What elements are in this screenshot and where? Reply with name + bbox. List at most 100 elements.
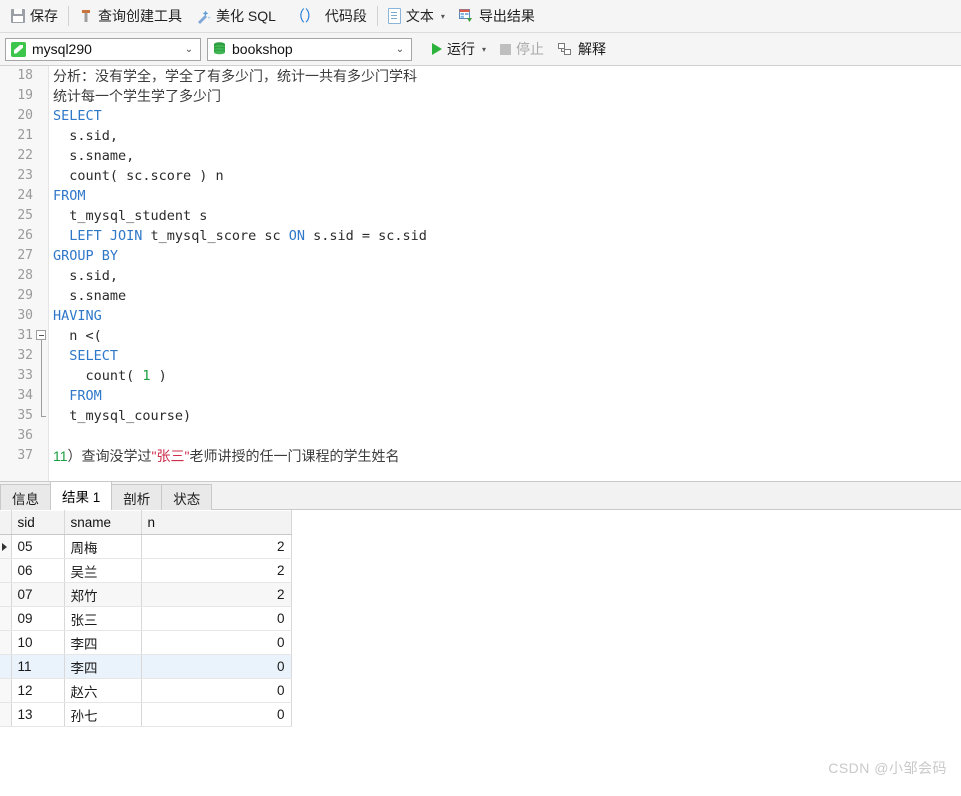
code-line[interactable]: 22 s.sname,: [0, 146, 961, 166]
chevron-down-icon[interactable]: ▾: [482, 45, 486, 54]
table-row[interactable]: 13 孙七 0: [0, 702, 292, 727]
cell-sname[interactable]: 李四: [64, 654, 142, 679]
code-line[interactable]: 27 GROUP BY: [0, 246, 961, 266]
result-tab[interactable]: 结果 1: [50, 481, 113, 510]
table-row[interactable]: 12 赵六 0: [0, 678, 292, 703]
save-button[interactable]: 保存: [4, 3, 65, 29]
cell-sid[interactable]: 12: [11, 678, 65, 703]
fold-collapse-icon[interactable]: [36, 330, 46, 340]
table-row[interactable]: 09 张三 0: [0, 606, 292, 631]
code-text: count( sc.score ) n: [48, 166, 223, 186]
code-line[interactable]: 37 11）查询没学过"张三"老师讲授的任一门课程的学生姓名: [0, 446, 961, 466]
code-line[interactable]: 21 s.sid,: [0, 126, 961, 146]
line-number: 36: [17, 428, 33, 443]
database-select[interactable]: bookshop ⌄: [207, 37, 412, 61]
chevron-down-icon[interactable]: ▾: [441, 12, 445, 21]
chevron-down-icon[interactable]: ⌄: [392, 44, 408, 55]
table-row[interactable]: 06 吴兰 2: [0, 558, 292, 583]
connection-select[interactable]: mysql290 ⌄: [5, 37, 201, 61]
code-token: count(: [53, 368, 143, 384]
code-token: t_mysql_student s: [53, 208, 208, 224]
code-line[interactable]: 24 FROM: [0, 186, 961, 206]
explain-button[interactable]: 解释: [552, 37, 612, 61]
result-tab[interactable]: 剖析: [111, 484, 163, 510]
cell-sid[interactable]: 05: [11, 534, 65, 559]
cell-n[interactable]: 2: [141, 582, 292, 607]
row-marker-cell[interactable]: [0, 582, 12, 607]
cell-n[interactable]: 0: [141, 702, 292, 727]
query-builder-button[interactable]: 查询创建工具: [72, 3, 189, 29]
code-area[interactable]: 18 分析：没有学全，学全了有多少门，统计一共有多少门学科 19 统计每一个学生学了多…: [0, 66, 961, 481]
cell-sid[interactable]: 13: [11, 702, 65, 727]
text-format-button[interactable]: 文本 ▾: [381, 3, 452, 29]
cell-n[interactable]: 0: [141, 630, 292, 655]
code-line[interactable]: 28 s.sid,: [0, 266, 961, 286]
cell-n[interactable]: 0: [141, 654, 292, 679]
cell-sname[interactable]: 郑竹: [64, 582, 142, 607]
cell-sid[interactable]: 11: [11, 654, 65, 679]
code-token: ON: [288, 228, 305, 244]
fold-gutter: [35, 246, 48, 266]
code-line[interactable]: 33 count( 1 ): [0, 366, 961, 386]
code-line[interactable]: 34 FROM: [0, 386, 961, 406]
row-marker-cell[interactable]: [0, 558, 12, 583]
code-line[interactable]: 20 SELECT: [0, 106, 961, 126]
row-marker-cell[interactable]: [0, 630, 12, 655]
column-header-sid[interactable]: sid: [11, 510, 65, 535]
result-tab[interactable]: 信息: [0, 484, 51, 510]
cell-sname[interactable]: 赵六: [64, 678, 142, 703]
column-header-n[interactable]: n: [141, 510, 292, 535]
cell-sname[interactable]: 吴兰: [64, 558, 142, 583]
run-button[interactable]: 运行 ▾: [426, 37, 492, 61]
cell-sname[interactable]: 张三: [64, 606, 142, 631]
cell-sname[interactable]: 孙七: [64, 702, 142, 727]
fold-gutter[interactable]: [35, 326, 48, 346]
cell-n[interactable]: 0: [141, 678, 292, 703]
stop-button: 停止: [494, 37, 550, 61]
beautify-sql-button[interactable]: 美化 SQL: [189, 3, 283, 29]
code-line[interactable]: 30 HAVING: [0, 306, 961, 326]
cell-n[interactable]: 2: [141, 558, 292, 583]
table-row[interactable]: 10 李四 0: [0, 630, 292, 655]
row-marker-cell[interactable]: [0, 606, 12, 631]
code-token: SELECT: [53, 348, 119, 364]
row-marker-cell[interactable]: [0, 654, 12, 679]
cell-sid[interactable]: 06: [11, 558, 65, 583]
result-tab[interactable]: 状态: [161, 484, 213, 510]
code-text: 11）查询没学过"张三"老师讲授的任一门课程的学生姓名: [48, 446, 400, 467]
code-line[interactable]: 29 s.sname: [0, 286, 961, 306]
code-token: n <(: [53, 328, 102, 344]
line-number: 31: [17, 328, 33, 343]
cell-sid[interactable]: 10: [11, 630, 65, 655]
result-grid[interactable]: sid sname n 05 周梅 2 06 吴兰 2 07 郑竹 2 09 张三 0 10 李四 0 11 李…: [0, 510, 292, 727]
cell-sname[interactable]: 李四: [64, 630, 142, 655]
code-line[interactable]: 35 t_mysql_course): [0, 406, 961, 426]
cell-sname[interactable]: 周梅: [64, 534, 142, 559]
code-line[interactable]: 26 LEFT JOIN t_mysql_score sc ON s.sid =…: [0, 226, 961, 246]
chevron-down-icon[interactable]: ⌄: [181, 44, 197, 55]
code-line[interactable]: 36: [0, 426, 961, 446]
fold-gutter: [35, 126, 48, 146]
code-line[interactable]: 32 SELECT: [0, 346, 961, 366]
code-snippet-button[interactable]: （） 代码段: [283, 3, 374, 29]
code-line[interactable]: 23 count( sc.score ) n: [0, 166, 961, 186]
row-marker-cell[interactable]: [0, 702, 12, 727]
export-result-button[interactable]: 导出结果: [452, 3, 542, 29]
code-token: s.sid = sc.sid: [305, 228, 427, 244]
cell-n[interactable]: 2: [141, 534, 292, 559]
cell-sid[interactable]: 09: [11, 606, 65, 631]
cell-n[interactable]: 0: [141, 606, 292, 631]
code-line[interactable]: 18 分析：没有学全，学全了有多少门，统计一共有多少门学科: [0, 66, 961, 86]
code-line[interactable]: 25 t_mysql_student s: [0, 206, 961, 226]
cell-sid[interactable]: 07: [11, 582, 65, 607]
fold-gutter: [35, 426, 48, 446]
row-marker-cell[interactable]: [0, 534, 12, 559]
table-row[interactable]: 05 周梅 2: [0, 534, 292, 559]
column-header-sname[interactable]: sname: [64, 510, 142, 535]
code-line[interactable]: 19 统计每一个学生学了多少门: [0, 86, 961, 106]
row-marker-cell[interactable]: [0, 678, 12, 703]
table-row[interactable]: 11 李四 0: [0, 654, 292, 679]
sql-editor[interactable]: 18 分析：没有学全，学全了有多少门，统计一共有多少门学科 19 统计每一个学生学了多…: [0, 66, 961, 481]
table-row[interactable]: 07 郑竹 2: [0, 582, 292, 607]
code-line[interactable]: 31 n <(: [0, 326, 961, 346]
